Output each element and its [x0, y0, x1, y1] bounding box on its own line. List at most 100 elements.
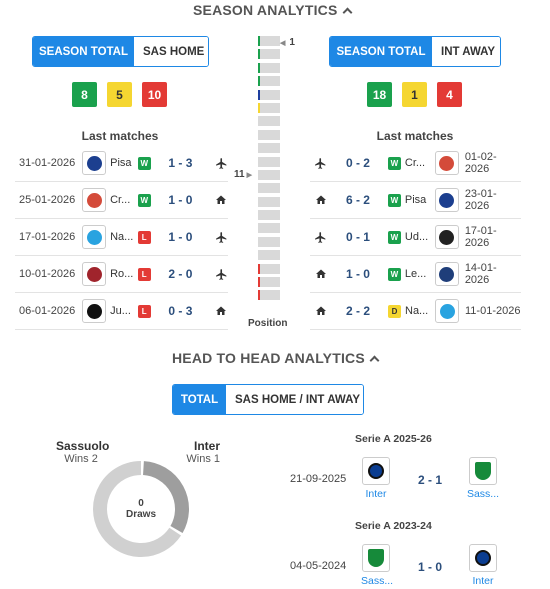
match-row[interactable]: 1 - 0 W Le... 14-01-2026 — [310, 256, 521, 293]
right-season-toggle: SEASON TOTAL INT AWAY — [329, 36, 501, 67]
result-badge: W — [137, 193, 151, 207]
match-score: 2 - 0 — [168, 267, 193, 281]
position-cell — [258, 49, 280, 60]
match-score: 1 - 3 — [168, 156, 193, 170]
match-date: 11-01-2026 — [465, 305, 521, 317]
h2h-home-team: Sassuolo — [56, 439, 110, 453]
season-analytics-header[interactable]: SEASON ANALYTICS — [193, 2, 352, 18]
h2h-competition: Serie A 2023-24 — [355, 520, 432, 532]
match-score: 1 - 0 — [345, 267, 370, 281]
match-date: 17-01-2026 — [464, 225, 497, 249]
team-name: Ud... — [404, 231, 429, 243]
airplane-icon — [214, 267, 228, 281]
position-cell — [258, 102, 280, 113]
match-row[interactable]: 06-01-2026 Ju... L 0 - 3 — [15, 293, 228, 330]
result-badge: W — [387, 267, 401, 281]
match-row[interactable]: 31-01-2026 Pisa W 1 - 3 — [15, 145, 228, 182]
h2h-analytics-header[interactable]: HEAD TO HEAD ANALYTICS — [172, 350, 380, 366]
position-cell — [258, 116, 280, 127]
result-badge: W — [387, 230, 401, 244]
h2h-away-side: Sass... — [466, 457, 500, 500]
team-crest-icon — [434, 188, 459, 212]
home-icon — [314, 193, 328, 207]
position-cell — [258, 129, 280, 140]
h2h-analytics-title: HEAD TO HEAD ANALYTICS — [172, 350, 365, 366]
h2h-donut-chart: 0 Draws — [93, 461, 189, 557]
position-chart — [256, 36, 280, 304]
right-losses-badge: 4 — [437, 82, 462, 107]
airplane-icon — [214, 156, 228, 170]
match-date: 06-01-2026 — [19, 305, 76, 317]
home-icon — [314, 304, 328, 318]
left-last-matches-title: Last matches — [81, 129, 159, 143]
h2h-away-name: Sass... — [466, 488, 500, 500]
position-top-value: 1 — [289, 37, 295, 48]
match-row[interactable]: 0 - 2 W Cr... 01-02-2026 — [310, 145, 521, 182]
result-badge: W — [137, 156, 151, 170]
match-score: 1 - 0 — [168, 193, 193, 207]
position-cell — [258, 223, 280, 234]
match-date: 10-01-2026 — [19, 268, 76, 280]
right-last-matches-title: Last matches — [376, 129, 454, 143]
h2h-draws-count: 0 — [138, 498, 144, 509]
match-row[interactable]: 6 - 2 W Pisa 23-01-2026 — [310, 182, 521, 219]
position-cell — [258, 62, 280, 73]
chevron-up-icon — [342, 7, 352, 18]
right-season-total-tab[interactable]: SEASON TOTAL — [330, 37, 432, 66]
h2h-sas-home-int-away-tab[interactable]: SAS HOME / INT AWAY — [226, 385, 363, 414]
left-season-total-tab[interactable]: SEASON TOTAL — [33, 37, 134, 66]
position-cell — [258, 169, 280, 180]
match-date: 14-01-2026 — [464, 262, 497, 286]
team-name: Pisa — [110, 157, 132, 169]
team-name: Ju... — [110, 305, 131, 317]
h2h-home-side: Inter — [361, 457, 391, 500]
position-current-marker: 11 ▶ — [234, 169, 252, 180]
position-cell — [258, 36, 280, 46]
match-row[interactable]: 25-01-2026 Cr... W 1 - 0 — [15, 182, 228, 219]
position-cell — [258, 156, 280, 167]
team-crest-icon — [82, 225, 107, 249]
h2h-match-block[interactable]: Serie A 2025-26 21-09-2025 Inter 2 - 1 Sass.… — [286, 433, 516, 520]
team-crest-icon — [82, 151, 107, 175]
position-cell — [258, 76, 280, 87]
h2h-match-date: 04-05-2024 — [290, 560, 347, 572]
team-name: Na... — [405, 305, 429, 317]
match-row[interactable]: 10-01-2026 Ro... L 2 - 0 — [15, 256, 228, 293]
chevron-up-icon — [369, 355, 380, 366]
team-crest-icon — [469, 544, 497, 572]
team-crest-icon — [362, 457, 390, 485]
h2h-home-name: Inter — [365, 488, 387, 500]
h2h-home-side: Sass... — [361, 544, 393, 587]
match-score: 0 - 2 — [345, 156, 370, 170]
airplane-icon — [314, 156, 328, 170]
position-cell — [258, 89, 280, 100]
h2h-away-name: Inter — [472, 575, 494, 587]
right-int-away-tab[interactable]: INT AWAY — [432, 37, 500, 66]
result-badge: W — [387, 156, 401, 170]
position-cell — [258, 210, 280, 221]
position-cell — [258, 236, 280, 247]
team-crest-icon — [469, 457, 497, 485]
h2h-away-team: Inter — [193, 439, 220, 453]
team-crest-icon — [434, 151, 459, 175]
left-season-toggle: SEASON TOTAL SAS HOME — [32, 36, 209, 67]
right-draws-badge: 1 — [402, 82, 427, 107]
left-draws-badge: 5 — [107, 82, 132, 107]
left-sas-home-tab[interactable]: SAS HOME — [134, 37, 208, 66]
right-last-matches-list: 0 - 2 W Cr... 01-02-2026 6 - 2 W Pisa 23-01-202… — [310, 145, 521, 330]
h2h-match-block[interactable]: Serie A 2023-24 04-05-2024 Sass... 1 - 0 Int… — [286, 520, 516, 589]
team-name: Pisa — [404, 194, 427, 206]
donut-segment-away — [142, 461, 189, 533]
h2h-score: 1 - 0 — [417, 560, 442, 574]
position-cell — [258, 263, 280, 274]
match-row[interactable]: 17-01-2026 Na... L 1 - 0 — [15, 219, 228, 256]
result-badge: L — [137, 304, 151, 318]
team-crest-icon — [435, 299, 459, 323]
position-current-value: 11 — [234, 169, 245, 180]
h2h-total-tab[interactable]: TOTAL — [173, 385, 226, 414]
match-date: 01-02-2026 — [464, 151, 497, 175]
position-cell — [258, 143, 280, 154]
match-row[interactable]: 0 - 1 W Ud... 17-01-2026 — [310, 219, 521, 256]
match-row[interactable]: 2 - 2 D Na... 11-01-2026 — [310, 293, 521, 330]
home-icon — [214, 304, 228, 318]
